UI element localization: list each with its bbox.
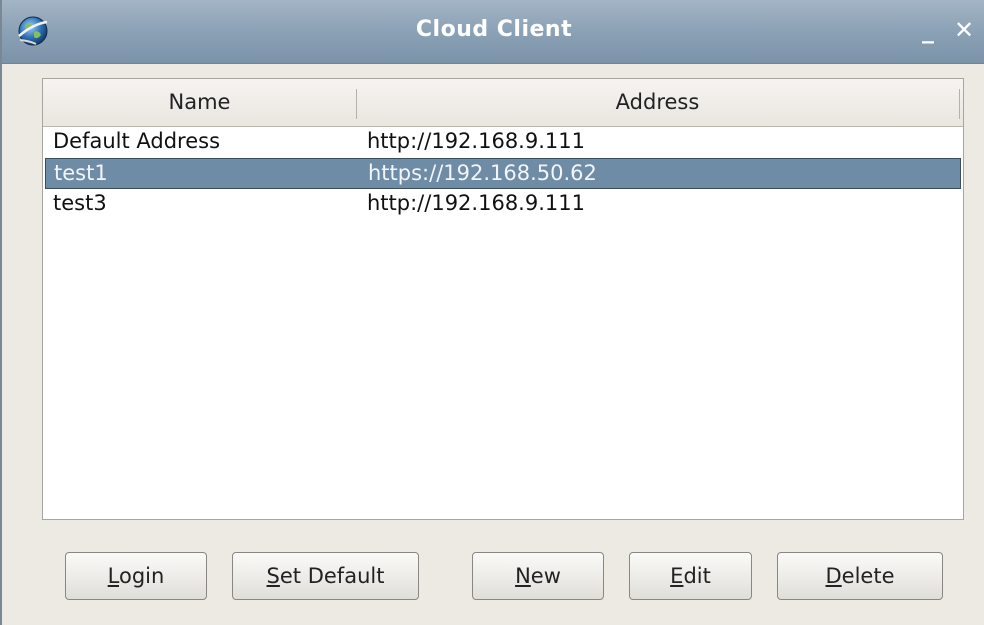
edit-mnemonic: E: [670, 564, 684, 588]
new-button[interactable]: New: [472, 552, 604, 600]
list-header: Name Address: [43, 79, 963, 127]
list-row[interactable]: Default Address http://192.168.9.111: [45, 127, 961, 158]
list-row[interactable]: test3 http://192.168.9.111: [45, 189, 961, 220]
login-mnemonic: L: [107, 564, 119, 588]
edit-button[interactable]: Edit: [629, 552, 752, 600]
new-mnemonic: N: [515, 564, 531, 588]
login-label: ogin: [119, 564, 165, 588]
column-header-address[interactable]: Address: [356, 79, 959, 126]
delete-mnemonic: D: [825, 564, 842, 588]
row-name: test3: [53, 191, 107, 215]
cloud-client-window: Cloud Client _ ✕ Name Address Default Ad…: [0, 0, 984, 625]
set-default-button[interactable]: Set Default: [232, 552, 419, 600]
row-name: Default Address: [53, 129, 221, 153]
row-address: http://192.168.9.111: [367, 129, 585, 153]
delete-label: elete: [841, 564, 895, 588]
login-button[interactable]: Login: [65, 552, 207, 600]
list-rows: Default Address http://192.168.9.111 tes…: [45, 127, 961, 220]
row-address: https://192.168.50.62: [368, 161, 597, 185]
delete-button[interactable]: Delete: [777, 552, 943, 600]
set-default-label: et Default: [279, 564, 385, 588]
row-name: test1: [54, 161, 108, 185]
column-header-name[interactable]: Name: [43, 79, 356, 126]
new-label: ew: [530, 564, 561, 588]
edit-label: dit: [683, 564, 711, 588]
list-row-selected[interactable]: test1 https://192.168.50.62: [45, 158, 961, 189]
row-address: http://192.168.9.111: [367, 191, 585, 215]
column-divider[interactable]: [959, 89, 960, 119]
close-icon[interactable]: ✕: [954, 16, 974, 44]
minimize-icon[interactable]: _: [922, 16, 934, 44]
window-title: Cloud Client: [415, 17, 573, 42]
address-list[interactable]: Name Address Default Address http://192.…: [42, 78, 964, 520]
title-bar[interactable]: Cloud Client _ ✕: [2, 0, 984, 64]
set-default-mnemonic: S: [266, 564, 280, 588]
